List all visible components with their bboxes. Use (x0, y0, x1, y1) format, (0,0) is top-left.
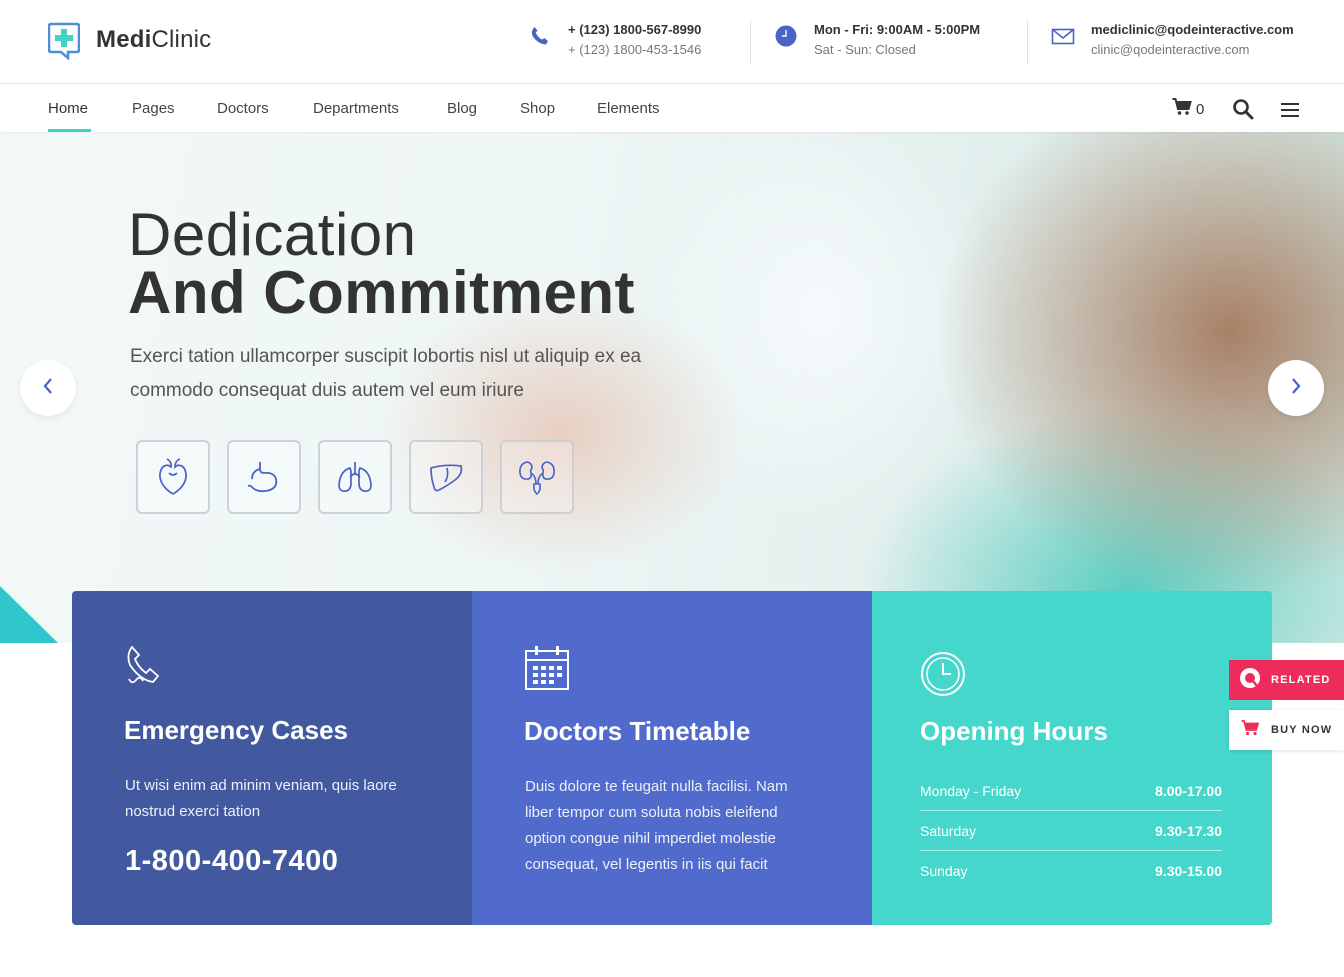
search-icon[interactable] (1232, 98, 1254, 125)
hours-row: Saturday 9.30-17.30 (920, 811, 1222, 851)
stomach-icon[interactable] (227, 440, 301, 514)
kidneys-icon[interactable] (500, 440, 574, 514)
clock-icon (774, 24, 798, 48)
emergency-phone[interactable]: 1-800-400-7400 (125, 845, 338, 878)
timetable-card: Doctors Timetable Duis dolore te feugait… (472, 591, 872, 925)
nav-item-doctors[interactable]: Doctors (217, 100, 269, 117)
top-header: MediClinic + (123) 1800-567-8990 + (123)… (0, 0, 1344, 84)
phone-icon (528, 24, 552, 48)
site-logo[interactable]: MediClinic (47, 22, 212, 61)
hero-subtitle: Exerci tation ullamcorper suscipit lobor… (130, 346, 642, 401)
liver-icon[interactable] (409, 440, 483, 514)
chevron-left-icon (42, 377, 54, 400)
hours-day: Saturday (920, 822, 977, 839)
header-divider (1027, 20, 1028, 64)
cart-button[interactable]: 0 (1172, 98, 1204, 120)
emergency-card: Emergency Cases Ut wisi enim ad minim ve… (72, 591, 472, 925)
active-nav-indicator (48, 129, 91, 132)
hours-time: 9.30-17.30 (1155, 822, 1222, 839)
calendar-icon (524, 645, 570, 696)
hours-time: 8.00-17.00 (1155, 782, 1222, 799)
nav-item-pages[interactable]: Pages (132, 100, 175, 117)
hours-weekend: Sat - Sun: Closed (814, 42, 916, 57)
email-secondary[interactable]: clinic@qodeinteractive.com (1091, 40, 1294, 60)
phone-secondary[interactable]: + (123) 1800-453-1546 (568, 40, 701, 60)
email-primary[interactable]: mediclinic@qodeinteractive.com (1091, 20, 1294, 40)
nav-item-shop[interactable]: Shop (520, 100, 555, 117)
buy-now-button[interactable]: BUY NOW (1229, 710, 1344, 750)
chevron-right-icon (1290, 377, 1302, 400)
nav-item-home[interactable]: Home (48, 100, 88, 117)
heart-icon[interactable] (136, 440, 210, 514)
decorative-corner (0, 586, 58, 643)
contact-email: mediclinic@qodeinteractive.com clinic@qo… (1051, 20, 1294, 60)
hours-time: 9.30-15.00 (1155, 863, 1222, 879)
nav-item-elements[interactable]: Elements (597, 100, 660, 117)
contact-phone: + (123) 1800-567-8990 + (123) 1800-453-1… (528, 20, 701, 60)
nav-item-blog[interactable]: Blog (447, 100, 477, 117)
hero-title-line2: And Commitment (128, 259, 635, 326)
emergency-title: Emergency Cases (124, 715, 349, 745)
slider-next-button[interactable] (1268, 360, 1324, 416)
timetable-text: Duis dolore te feugait nulla facilisi. N… (525, 778, 788, 873)
hours-table: Monday - Friday 8.00-17.00 Saturday 9.30… (920, 771, 1222, 891)
hero-slider: Dedication And Commitment Exerci tation … (0, 132, 1344, 643)
related-icon (1239, 667, 1261, 694)
cart-icon (1241, 719, 1260, 741)
hours-row: Monday - Friday 8.00-17.00 (920, 771, 1222, 811)
hours-row: Sunday 9.30-15.00 (920, 851, 1222, 891)
mail-icon (1051, 24, 1075, 48)
hours-weekdays: Mon - Fri: 9:00AM - 5:00PM (814, 22, 981, 37)
header-divider (750, 20, 751, 64)
logo-text: MediClinic (96, 26, 212, 53)
cart-count: 0 (1196, 100, 1205, 118)
clock-icon (920, 651, 966, 702)
related-label: RELATED (1271, 674, 1331, 686)
lungs-icon[interactable] (318, 440, 392, 514)
timetable-title: Doctors Timetable (524, 716, 751, 746)
feature-cards: Emergency Cases Ut wisi enim ad minim ve… (72, 591, 1272, 925)
related-button[interactable]: RELATED (1229, 660, 1344, 700)
opening-hours-title: Opening Hours (920, 716, 1108, 746)
logo-icon (47, 22, 81, 61)
cart-icon (1172, 98, 1192, 120)
phone-primary[interactable]: + (123) 1800-567-8990 (568, 20, 701, 40)
menu-icon[interactable] (1280, 102, 1300, 123)
slider-prev-button[interactable] (20, 360, 76, 416)
main-nav: Home Pages Doctors Departments Blog Shop… (0, 84, 1344, 132)
hours-day: Monday - Friday (920, 782, 1022, 799)
opening-hours-card: Opening Hours Monday - Friday 8.00-17.00… (872, 591, 1272, 925)
hours-day: Sunday (920, 863, 968, 879)
phone-handset-icon (124, 645, 164, 692)
buy-now-label: BUY NOW (1271, 724, 1333, 736)
emergency-text: Ut wisi enim ad minim veniam, quis laore… (125, 777, 397, 820)
contact-hours: Mon - Fri: 9:00AM - 5:00PM Sat - Sun: Cl… (774, 20, 980, 60)
nav-item-departments[interactable]: Departments (313, 100, 399, 117)
